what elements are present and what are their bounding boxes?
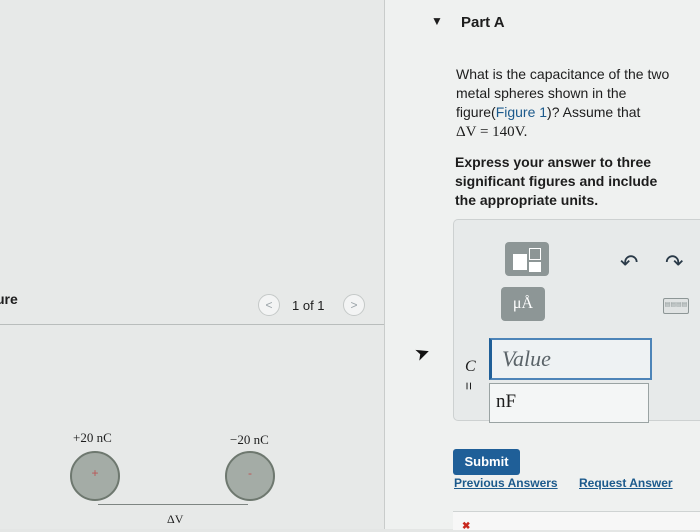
prev-figure-button[interactable]: < — [258, 294, 280, 316]
request-answer-link[interactable]: Request Answer — [579, 476, 673, 490]
feedback-bar — [453, 511, 700, 530]
minus-sign: - — [248, 466, 252, 480]
template-box-icon — [529, 248, 541, 260]
template-sub-icon — [529, 262, 541, 272]
question-math: ΔV = 140V. — [456, 124, 528, 140]
figure-pane: ure < 1 of 1 > +20 nC −20 nC + - ΔV — [0, 0, 385, 529]
left-charge-label: +20 nC — [73, 430, 112, 445]
part-title[interactable]: Part A — [461, 14, 505, 31]
undo-icon[interactable]: ↶ — [620, 250, 638, 276]
positive-sphere: + — [70, 451, 120, 501]
right-charge-label: −20 nC — [230, 432, 269, 447]
units-button[interactable]: μÅ — [501, 287, 545, 321]
delta-v-label: ΔV — [167, 512, 184, 526]
next-figure-button[interactable]: > — [343, 294, 365, 316]
value-input[interactable]: Value — [489, 338, 652, 380]
negative-sphere: - — [225, 451, 275, 501]
redo-icon[interactable]: ↷ — [665, 250, 683, 276]
error-x-icon: ✖ — [462, 521, 471, 532]
variable-label: C — [465, 358, 476, 375]
template-block-icon — [513, 254, 527, 270]
figure-header: ure < 1 of 1 > — [0, 290, 385, 325]
figure-link[interactable]: Figure 1 — [496, 104, 547, 120]
previous-answers-link[interactable]: Previous Answers — [454, 476, 558, 490]
unit-input[interactable]: nF — [489, 383, 649, 423]
question-post: )? Assume that — [547, 104, 641, 120]
figure-title: ure — [0, 291, 18, 307]
equals-sign: = — [461, 381, 478, 391]
templates-button[interactable] — [505, 242, 549, 276]
instruction-text: Express your answer to three significant… — [455, 154, 658, 208]
page-counter: 1 of 1 — [292, 298, 325, 313]
collapse-caret-icon[interactable]: ▼ — [431, 14, 443, 28]
keyboard-icon[interactable]: ▤▤▤▤ — [663, 298, 689, 314]
submit-button[interactable]: Submit — [453, 449, 520, 475]
delta-v-line — [98, 504, 248, 505]
question-text: What is the capacitance of the two metal… — [456, 65, 676, 142]
plus-sign: + — [91, 466, 99, 480]
